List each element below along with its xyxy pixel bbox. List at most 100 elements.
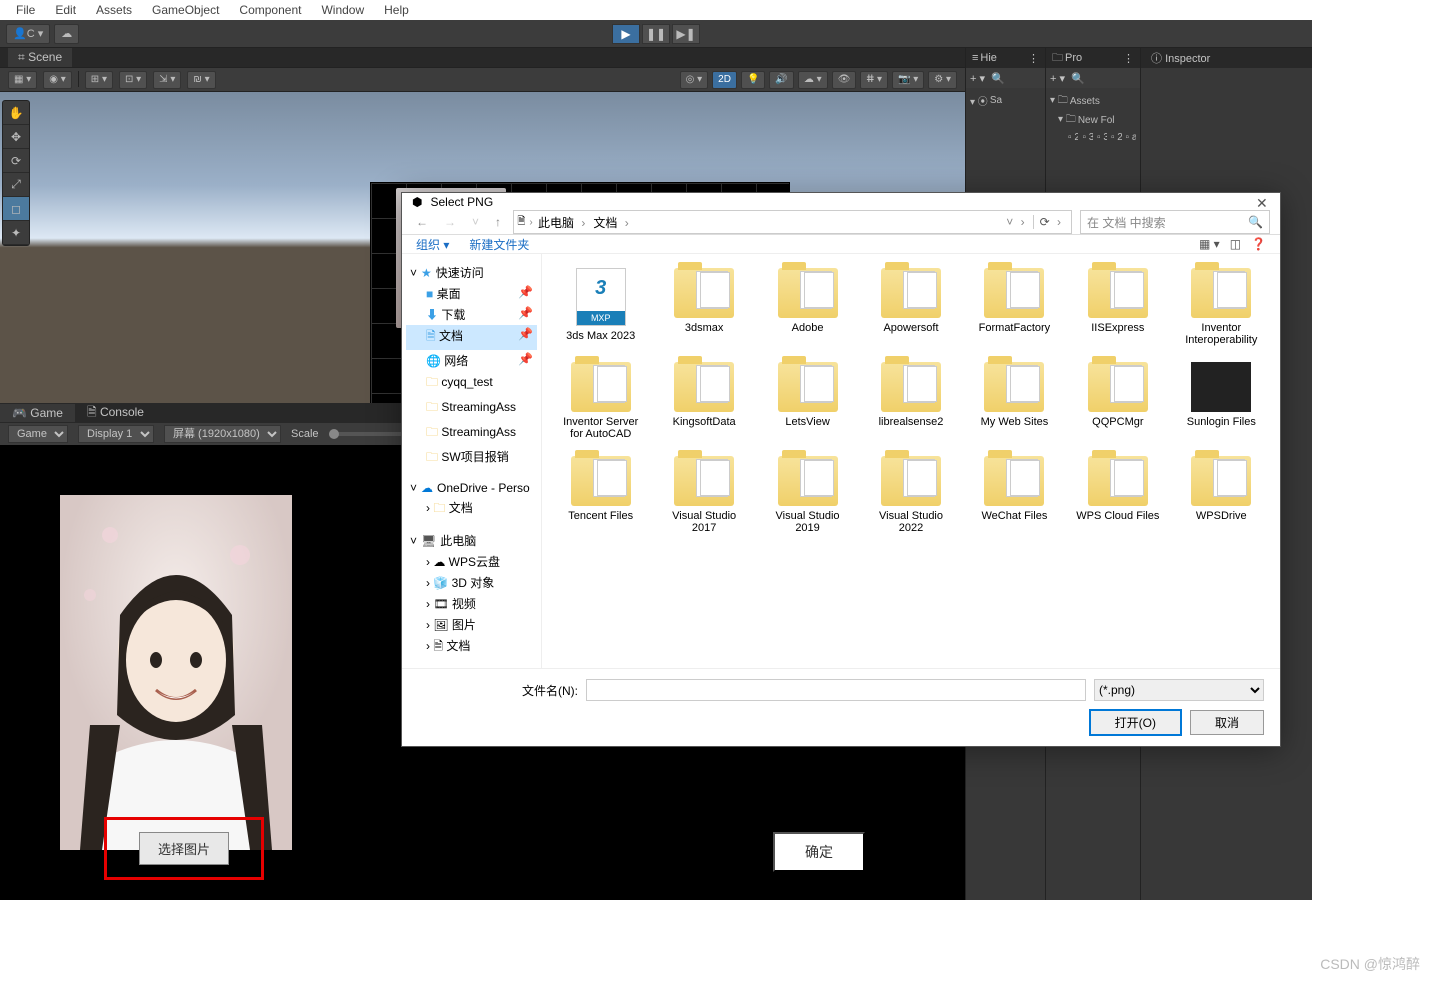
path-dropdown[interactable]: ˅: [1006, 215, 1028, 229]
hierarchy-item[interactable]: Dire: [988, 110, 1004, 123]
menu-edit[interactable]: Edit: [45, 1, 86, 19]
incr-toggle[interactable]: ⇲ ▾: [153, 71, 181, 89]
file-item[interactable]: QQPCMgr: [1069, 358, 1166, 444]
shaded-dropdown[interactable]: ▦ ▾: [8, 71, 37, 89]
file-item[interactable]: librealsense2: [862, 358, 959, 444]
hand-tool[interactable]: ✋: [3, 101, 29, 125]
menu-component[interactable]: Component: [229, 1, 311, 19]
confirm-button[interactable]: 确定: [773, 832, 865, 872]
2d-toggle[interactable]: 2D: [712, 71, 737, 89]
search-input[interactable]: 在 文档 中搜索 🔍: [1080, 210, 1270, 234]
recent-dropdown[interactable]: ˅: [468, 215, 483, 229]
filter-dropdown[interactable]: (*.png): [1094, 679, 1264, 701]
file-item[interactable]: Visual Studio 2022: [862, 452, 959, 538]
path-bar[interactable]: 🗎 此电脑 文档 ˅ ⟳: [513, 210, 1072, 234]
rotate-tool[interactable]: ⟳: [3, 149, 29, 173]
side-thispc[interactable]: ˅ 🖥 此电脑: [406, 530, 537, 551]
file-item[interactable]: FormatFactory: [966, 264, 1063, 350]
side-od-docs[interactable]: › 🗀 文档: [406, 497, 537, 522]
game-tab[interactable]: 🎮 Game: [0, 404, 75, 422]
hierarchy-item[interactable]: Gar: [1024, 110, 1040, 123]
select-image-button[interactable]: 选择图片: [139, 832, 229, 865]
hierarchy-item[interactable]: SHo: [1042, 110, 1043, 123]
filename-input[interactable]: [586, 679, 1086, 701]
side-video[interactable]: › 🎞 视频: [406, 593, 537, 614]
side-folder[interactable]: 🗀 StreamingAss: [406, 421, 537, 446]
organize-menu[interactable]: 组织 ▾: [416, 236, 449, 253]
fx-toggle[interactable]: ☁ ▾: [798, 71, 828, 89]
visibility-toggle[interactable]: 👁: [832, 71, 857, 89]
file-item[interactable]: WPS Cloud Files: [1069, 452, 1166, 538]
side-docs2[interactable]: › 🗎 文档: [406, 635, 537, 660]
pause-button[interactable]: ❚❚: [642, 24, 670, 44]
audio-toggle[interactable]: 🔊: [769, 71, 793, 89]
transform-tool[interactable]: ✦: [3, 221, 29, 245]
game-dropdown[interactable]: Game: [8, 425, 68, 443]
up-button[interactable]: ↑: [491, 215, 505, 229]
hierarchy-item[interactable]: Ma: [970, 110, 986, 123]
scale-tool[interactable]: ⤢: [3, 173, 29, 197]
cancel-button[interactable]: 取消: [1190, 710, 1264, 735]
file-item[interactable]: WPSDrive: [1173, 452, 1270, 538]
file-item[interactable]: Apowersoft: [862, 264, 959, 350]
play-button[interactable]: ▶: [612, 24, 640, 44]
side-folder[interactable]: 🗀 cyqq_test: [406, 371, 537, 396]
hierarchy-add[interactable]: + ▾: [970, 72, 985, 85]
file-item[interactable]: LetsView: [759, 358, 856, 444]
menu-file[interactable]: File: [6, 1, 45, 19]
project-item[interactable]: ▫ 378a9: [1080, 131, 1093, 144]
file-item[interactable]: WeChat Files: [966, 452, 1063, 538]
file-item[interactable]: Inventor Server for AutoCAD: [552, 358, 649, 444]
file-item[interactable]: 3MXP3ds Max 2023: [552, 264, 649, 350]
side-folder[interactable]: 🗀 StreamingAss: [406, 396, 537, 421]
file-item[interactable]: IISExpress: [1069, 264, 1166, 350]
hierarchy-item[interactable]: Car: [1006, 110, 1022, 123]
side-folder[interactable]: 🗀 SW项目报销: [406, 446, 537, 471]
file-item[interactable]: Visual Studio 2019: [759, 452, 856, 538]
file-item[interactable]: My Web Sites: [966, 358, 1063, 444]
quick-access[interactable]: ˅ ★ 快速访问: [406, 262, 537, 283]
light-toggle[interactable]: 💡: [741, 71, 765, 89]
close-button[interactable]: ✕: [1256, 195, 1270, 209]
account-menu[interactable]: 👤 C ▾: [6, 24, 50, 44]
help-button[interactable]: ❓: [1251, 237, 1266, 251]
view-menu[interactable]: ▦ ▾: [1199, 237, 1220, 251]
file-item[interactable]: Adobe: [759, 264, 856, 350]
menu-help[interactable]: Help: [374, 1, 419, 19]
camera-toggle[interactable]: 📷 ▾: [892, 71, 924, 89]
assets-root[interactable]: ▾ 🗀 Assets: [1048, 92, 1138, 111]
step-button[interactable]: ▶❚: [672, 24, 700, 44]
back-button[interactable]: ←: [412, 215, 432, 229]
forward-button[interactable]: →: [440, 215, 460, 229]
new-folder-button[interactable]: 新建文件夹: [469, 236, 529, 253]
rect-tool[interactable]: ◻: [3, 197, 29, 221]
gizmos-toggle[interactable]: ⚙ ▾: [928, 71, 957, 89]
camera-gizmo[interactable]: ◎ ▾: [680, 71, 709, 89]
side-3d[interactable]: › 🧊 3D 对象: [406, 572, 537, 593]
scale-slider[interactable]: [329, 432, 409, 436]
vis-toggle2[interactable]: ⵌ ▾: [860, 71, 888, 89]
cloud-button[interactable]: ☁: [54, 24, 79, 44]
menu-gameobject[interactable]: GameObject: [142, 1, 229, 19]
misc-toggle[interactable]: ₪ ▾: [187, 71, 215, 89]
file-item[interactable]: Visual Studio 2017: [655, 452, 752, 538]
side-network[interactable]: 🌐 网络 📌: [406, 350, 537, 371]
file-item[interactable]: 3dsmax: [655, 264, 752, 350]
file-item[interactable]: Sunlogin Files: [1173, 358, 1270, 444]
display-dropdown[interactable]: Display 1: [78, 425, 154, 443]
file-list[interactable]: 3MXP3ds Max 20233dsmaxAdobeApowersoftFor…: [542, 254, 1280, 668]
grid-toggle[interactable]: ⊞ ▾: [85, 71, 113, 89]
snap-toggle[interactable]: ⊡ ▾: [119, 71, 147, 89]
side-documents[interactable]: 🗎 文档 📌: [406, 325, 537, 350]
open-button[interactable]: 打开(O): [1089, 709, 1182, 736]
side-downloads[interactable]: ⬇ 下载 📌: [406, 304, 537, 325]
scene-tab[interactable]: ⌗ Scene: [8, 48, 72, 67]
menu-window[interactable]: Window: [311, 1, 374, 19]
preview-pane-toggle[interactable]: ◫: [1230, 237, 1241, 251]
side-onedrive[interactable]: ˅ ☁ OneDrive - Perso: [406, 479, 537, 497]
menu-assets[interactable]: Assets: [86, 1, 142, 19]
draw-mode[interactable]: ◉ ▾: [43, 71, 72, 89]
side-pics[interactable]: › 🖼 图片: [406, 614, 537, 635]
project-item[interactable]: ▫ ac309: [1124, 131, 1136, 144]
project-item[interactable]: ▫ 23dc7: [1066, 131, 1078, 144]
